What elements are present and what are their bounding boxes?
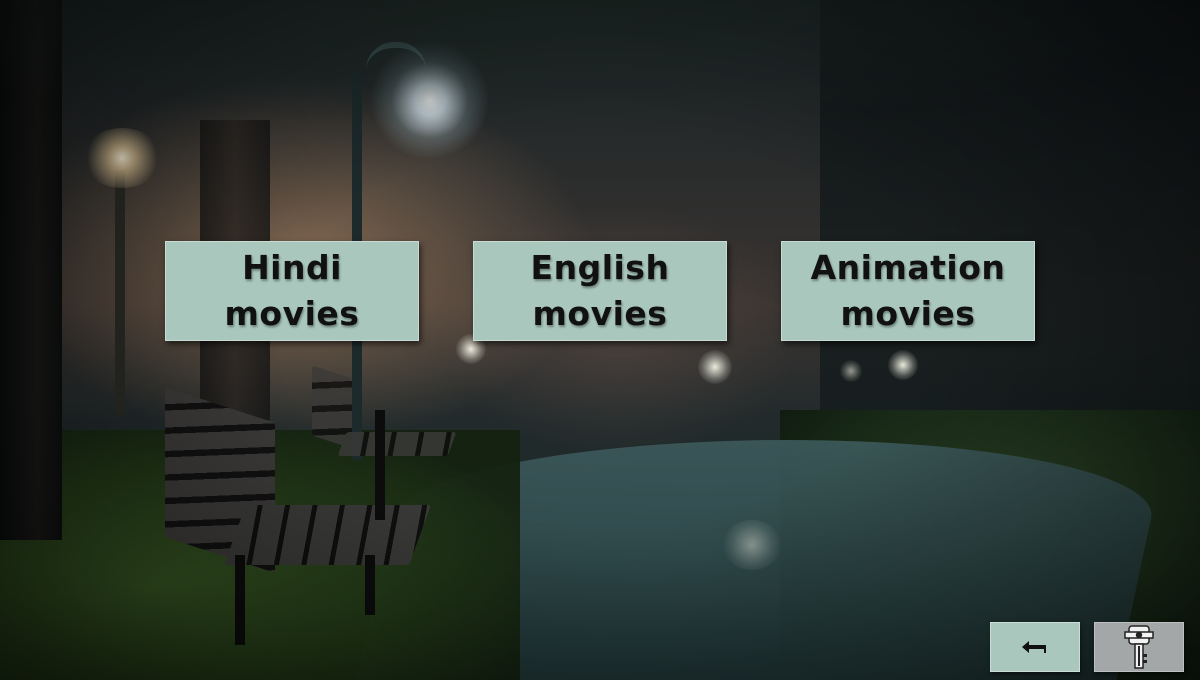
hindi-movies-label-line1: Hindi xyxy=(242,248,342,287)
back-arrow-icon xyxy=(1020,638,1050,656)
animation-movies-label-line2: movies xyxy=(840,294,976,333)
hindi-movies-label-line2: movies xyxy=(224,294,360,333)
key-button[interactable] xyxy=(1094,622,1184,672)
english-movies-button[interactable]: English movies xyxy=(473,241,727,341)
app-screen: Hindi movies English movies Animation mo… xyxy=(0,0,1200,680)
key-icon xyxy=(1123,624,1155,670)
english-movies-label-line1: English xyxy=(530,248,670,287)
animation-movies-button[interactable]: Animation movies xyxy=(781,241,1035,341)
hindi-movies-button[interactable]: Hindi movies xyxy=(165,241,419,341)
english-movies-label-line2: movies xyxy=(532,294,668,333)
back-button[interactable] xyxy=(990,622,1080,672)
animation-movies-label-line1: Animation xyxy=(810,248,1006,287)
